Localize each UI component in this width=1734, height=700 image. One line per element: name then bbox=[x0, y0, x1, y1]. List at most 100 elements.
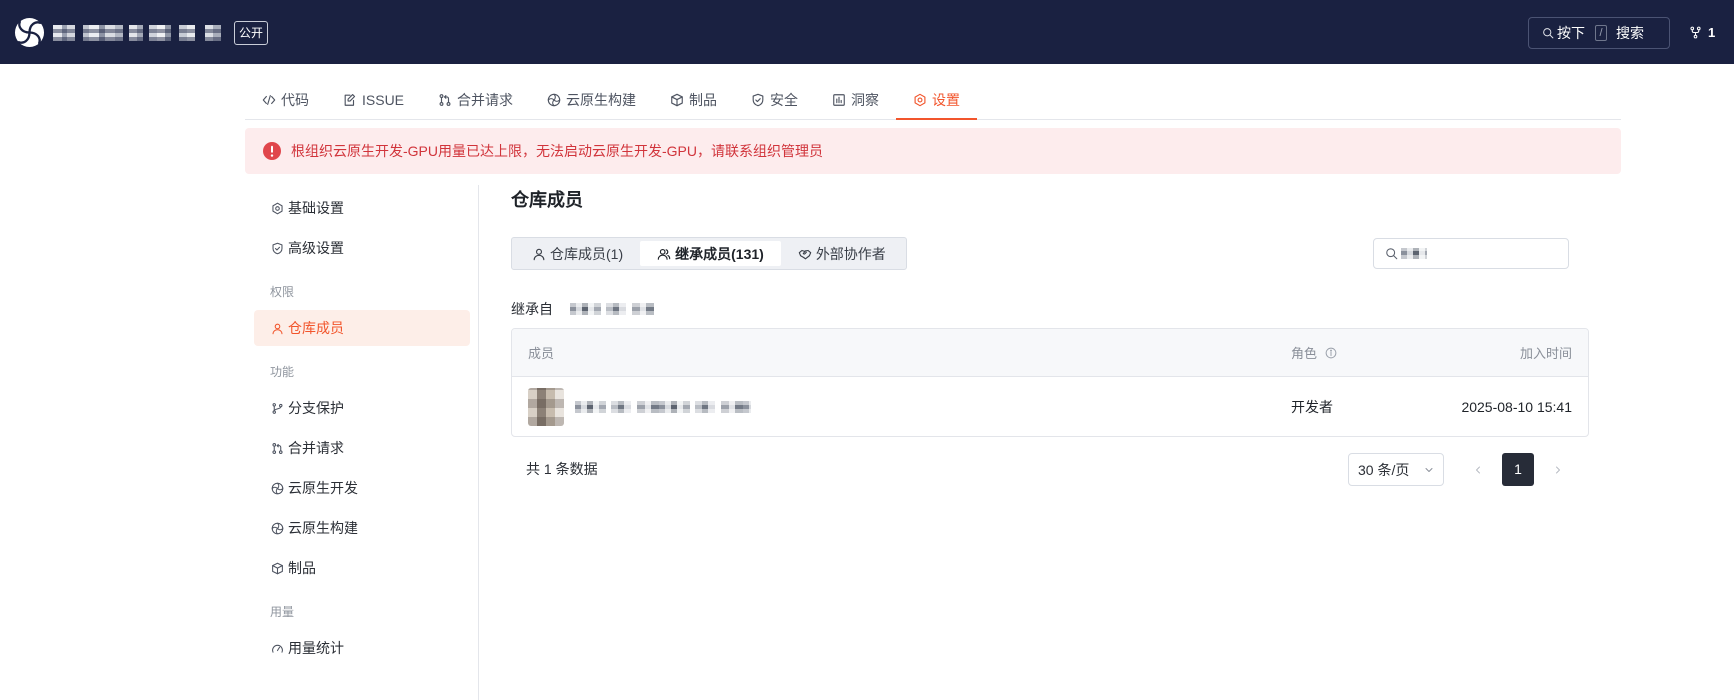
cloud-build-icon bbox=[547, 93, 561, 106]
column-header-role: 角色 bbox=[1275, 343, 1415, 362]
inherited-from: 继承自 bbox=[511, 298, 654, 320]
app-root: 公开 按下 / 搜索 1 代码 ISSUE 合并请求 云原生构建 制品 安全 洞… bbox=[0, 0, 1734, 700]
next-page-button[interactable] bbox=[1546, 453, 1570, 486]
tab-code[interactable]: 代码 bbox=[245, 80, 326, 119]
tab-label: 云原生构建 bbox=[566, 91, 637, 108]
avatar[interactable] bbox=[528, 387, 564, 426]
search-value-redacted bbox=[1401, 248, 1427, 259]
sidebar-section-permissions: 权限 bbox=[270, 285, 295, 299]
member-name-redacted[interactable] bbox=[575, 400, 751, 413]
column-header-member: 成员 bbox=[528, 346, 555, 361]
tab-external-collaborators[interactable]: 外部协作者 bbox=[781, 241, 903, 266]
chevron-right-icon bbox=[1556, 466, 1560, 473]
search-press-label: 按下 bbox=[1557, 25, 1585, 41]
shield-icon bbox=[272, 242, 283, 254]
info-icon[interactable] bbox=[1325, 347, 1337, 359]
fork-icon bbox=[1690, 26, 1701, 39]
insights-icon bbox=[833, 93, 845, 106]
fork-button[interactable]: 1 bbox=[1689, 25, 1715, 40]
tab-cloud-build[interactable]: 云原生构建 bbox=[530, 80, 653, 119]
sidebar-item-label: 分支保护 bbox=[288, 400, 344, 416]
table-header: 成员 角色 加入时间 bbox=[512, 329, 1588, 377]
search-shortcut-key: / bbox=[1595, 25, 1607, 41]
chevron-down-icon bbox=[1425, 467, 1433, 472]
user-icon bbox=[272, 323, 283, 334]
sidebar-item-packages[interactable]: 制品 bbox=[254, 550, 470, 586]
inherited-from-org-redacted[interactable] bbox=[570, 303, 654, 315]
tab-label: 安全 bbox=[770, 91, 799, 108]
sidebar-item-label: 用量统计 bbox=[288, 640, 344, 656]
tab-packages[interactable]: 制品 bbox=[653, 80, 734, 119]
sidebar-item-label: 合并请求 bbox=[288, 440, 344, 456]
tab-merge-requests[interactable]: 合并请求 bbox=[421, 80, 530, 119]
tab-label: 代码 bbox=[281, 91, 309, 108]
pagination: 1 bbox=[1466, 453, 1570, 486]
settings-icon bbox=[272, 202, 283, 214]
gauge-icon bbox=[272, 644, 283, 653]
package-icon bbox=[671, 93, 683, 106]
tab-security[interactable]: 安全 bbox=[734, 80, 815, 119]
sidebar-item-label: 基础设置 bbox=[288, 200, 344, 216]
cloud-dev-icon bbox=[271, 482, 284, 494]
sidebar-item-advanced-settings[interactable]: 高级设置 bbox=[254, 230, 470, 266]
cloud-build-icon bbox=[271, 522, 284, 534]
tab-inherited-members[interactable]: 继承成员(131) bbox=[640, 241, 781, 266]
user-icon bbox=[533, 248, 545, 260]
sidebar-section-usage: 用量 bbox=[270, 605, 295, 619]
tab-label: 设置 bbox=[932, 91, 961, 108]
sidebar-divider bbox=[478, 185, 479, 700]
tab-insights[interactable]: 洞察 bbox=[815, 80, 896, 119]
search-icon bbox=[1543, 28, 1554, 39]
sidebar-item-label: 高级设置 bbox=[288, 240, 344, 256]
sidebar-item-basic-settings[interactable]: 基础设置 bbox=[254, 190, 470, 226]
settings-icon bbox=[914, 93, 926, 106]
table-row: 开发者 2025-08-10 15:41 bbox=[512, 377, 1588, 436]
repo-name-redacted[interactable] bbox=[53, 25, 221, 41]
global-search[interactable]: 按下 / 搜索 bbox=[1528, 17, 1670, 49]
tab-label: 外部协作者 bbox=[815, 245, 886, 262]
member-search-input[interactable] bbox=[1373, 238, 1569, 269]
settings-sidebar: 基础设置 高级设置 权限 仓库成员 功能 分支保护 合并请求 云原生开发 云原生… bbox=[254, 190, 470, 670]
visibility-badge: 公开 bbox=[234, 21, 269, 45]
users-icon bbox=[657, 248, 671, 260]
repo-tabs: 代码 ISSUE 合并请求 云原生构建 制品 安全 洞察 设置 bbox=[245, 80, 1621, 120]
shield-icon bbox=[752, 93, 764, 106]
branch-icon bbox=[272, 402, 283, 414]
sidebar-item-cloud-build[interactable]: 云原生构建 bbox=[254, 510, 470, 546]
tab-label: 制品 bbox=[689, 91, 718, 108]
sidebar-item-label: 云原生构建 bbox=[288, 520, 358, 536]
column-header-role-label: 角色 bbox=[1291, 346, 1318, 361]
sidebar-item-cloud-dev[interactable]: 云原生开发 bbox=[254, 470, 470, 506]
package-icon bbox=[272, 562, 283, 574]
sidebar-item-usage-stats[interactable]: 用量统计 bbox=[254, 630, 470, 666]
search-icon bbox=[1386, 248, 1398, 260]
sidebar-item-repo-members[interactable]: 仓库成员 bbox=[254, 310, 470, 346]
pinwheel-logo-icon[interactable] bbox=[14, 17, 45, 48]
top-header: 公开 按下 / 搜索 1 bbox=[0, 0, 1734, 64]
prev-page-button[interactable] bbox=[1466, 453, 1490, 486]
tab-repo-members[interactable]: 仓库成员(1) bbox=[515, 241, 640, 266]
quota-alert: 根组织云原生开发-GPU用量已达上限，无法启动云原生开发-GPU，请联系组织管理… bbox=[245, 128, 1621, 174]
tab-issue[interactable]: ISSUE bbox=[326, 80, 421, 119]
chevron-left-icon bbox=[1476, 466, 1480, 473]
page-size-value: 30 条/页 bbox=[1358, 461, 1410, 478]
pagination-total: 共 1 条数据 bbox=[526, 461, 598, 477]
member-joined-at: 2025-08-10 15:41 bbox=[1461, 398, 1572, 415]
error-icon bbox=[263, 142, 281, 160]
tab-label: 洞察 bbox=[851, 91, 880, 108]
sidebar-item-label: 制品 bbox=[288, 560, 316, 576]
page-title: 仓库成员 bbox=[511, 190, 583, 210]
member-type-tabs: 仓库成员(1) 继承成员(131) 外部协作者 bbox=[511, 237, 907, 270]
page-size-select[interactable]: 30 条/页 bbox=[1348, 453, 1444, 486]
sidebar-item-merge-requests[interactable]: 合并请求 bbox=[254, 430, 470, 466]
column-header-joined: 加入时间 bbox=[1519, 346, 1572, 361]
alert-message: 根组织云原生开发-GPU用量已达上限，无法启动云原生开发-GPU，请联系组织管理… bbox=[291, 143, 823, 159]
fork-count: 1 bbox=[1708, 25, 1716, 40]
sidebar-item-branch-protection[interactable]: 分支保护 bbox=[254, 390, 470, 426]
tab-label: 合并请求 bbox=[457, 91, 514, 108]
sidebar-item-label: 云原生开发 bbox=[288, 480, 358, 496]
issue-icon bbox=[344, 93, 356, 106]
inherited-from-label: 继承自 bbox=[511, 301, 553, 317]
tab-settings[interactable]: 设置 bbox=[896, 80, 978, 120]
page-button-current[interactable]: 1 bbox=[1502, 453, 1534, 486]
